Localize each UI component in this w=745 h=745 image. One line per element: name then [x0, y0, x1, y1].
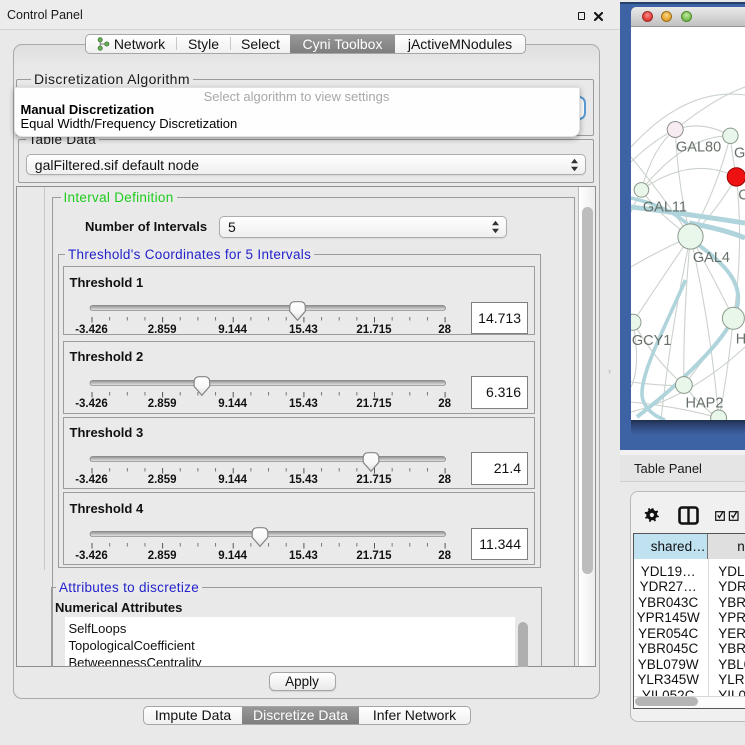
svg-text:GAL4: GAL4	[693, 250, 730, 266]
svg-text:GAL80: GAL80	[676, 140, 721, 156]
svg-text:GCY1: GCY1	[632, 333, 672, 349]
svg-text:HAP2: HAP2	[686, 396, 724, 412]
svg-text:C: C	[739, 188, 745, 204]
svg-text:GAL11: GAL11	[643, 200, 687, 216]
svg-text:GA: GA	[734, 146, 745, 162]
svg-text:H: H	[736, 331, 745, 347]
